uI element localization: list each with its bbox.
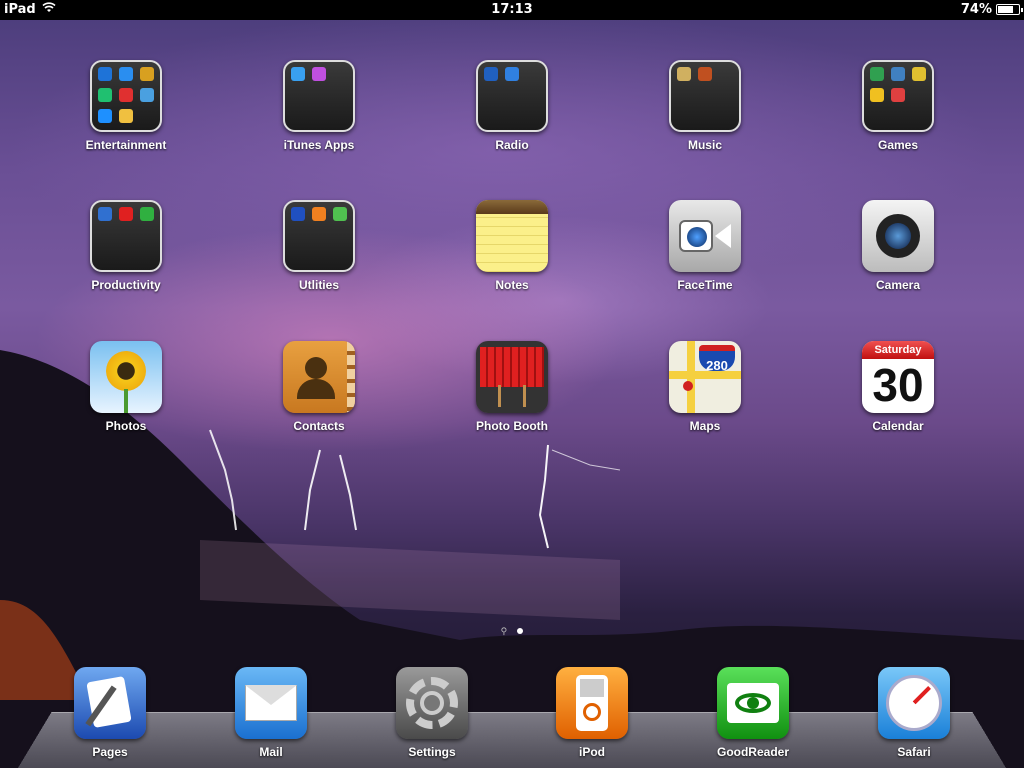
- mini-app-icon: [119, 109, 133, 123]
- contacts-icon[interactable]: [283, 341, 355, 413]
- folder-games[interactable]: Games: [838, 60, 958, 152]
- mini-app-icon: [698, 67, 712, 81]
- safari-icon[interactable]: [878, 667, 950, 739]
- app-label: Notes: [495, 278, 529, 292]
- app-label: Mail: [259, 745, 283, 759]
- app-label: Calendar: [872, 419, 924, 433]
- photobooth-icon[interactable]: [476, 341, 548, 413]
- app-label: iPod: [579, 745, 605, 759]
- mail-icon[interactable]: [235, 667, 307, 739]
- app-label: Settings: [408, 745, 456, 759]
- mini-app-icon: [312, 207, 326, 221]
- app-label: Utlities: [298, 278, 339, 292]
- app-label: Safari: [897, 745, 931, 759]
- notes-icon[interactable]: [476, 200, 548, 272]
- interstate-badge: 280: [699, 345, 735, 373]
- app-ipod[interactable]: iPod: [532, 667, 652, 759]
- page-dot[interactable]: [517, 628, 524, 634]
- folder-icon[interactable]: [862, 60, 934, 132]
- ipod-icon[interactable]: [556, 667, 628, 739]
- app-label: Games: [877, 138, 919, 152]
- page-indicator[interactable]: ⚲: [0, 626, 1024, 637]
- mini-app-icon: [891, 88, 905, 102]
- mini-app-icon: [870, 88, 884, 102]
- mini-app-icon: [484, 67, 498, 81]
- mini-app-icon: [291, 67, 305, 81]
- mini-app-icon: [912, 67, 926, 81]
- app-contacts[interactable]: Contacts: [259, 341, 379, 433]
- folder-icon[interactable]: [476, 60, 548, 132]
- mini-app-icon: [98, 109, 112, 123]
- battery-percent: 74%: [960, 2, 992, 17]
- mini-app-icon: [119, 88, 133, 102]
- folder-icon[interactable]: [669, 60, 741, 132]
- app-maps[interactable]: 280 Maps: [645, 341, 765, 433]
- battery-icon: [996, 4, 1023, 15]
- app-calendar[interactable]: Saturday 30 Calendar: [838, 341, 958, 433]
- app-label: GoodReader: [716, 745, 789, 759]
- maps-icon[interactable]: 280: [669, 341, 741, 413]
- app-settings[interactable]: Settings: [372, 667, 492, 759]
- app-label: FaceTime: [677, 278, 733, 292]
- app-photos[interactable]: Photos: [66, 341, 186, 433]
- mini-app-icon: [140, 67, 154, 81]
- app-camera[interactable]: Camera: [838, 200, 958, 292]
- mini-app-icon: [140, 88, 154, 102]
- folder-itunes-apps[interactable]: iTunes Apps: [259, 60, 379, 152]
- video-camera-icon: [679, 220, 713, 252]
- app-photo-booth[interactable]: Photo Booth: [452, 341, 572, 433]
- mini-app-icon: [312, 67, 326, 81]
- app-safari[interactable]: Safari: [854, 667, 974, 759]
- app-mail[interactable]: Mail: [211, 667, 331, 759]
- photos-icon[interactable]: [90, 341, 162, 413]
- mini-app-icon: [333, 207, 347, 221]
- settings-icon[interactable]: [396, 667, 468, 739]
- app-goodreader[interactable]: GoodReader: [693, 667, 813, 759]
- clock: 17:13: [491, 2, 533, 17]
- app-label: Radio: [495, 138, 529, 152]
- mini-app-icon: [119, 67, 133, 81]
- app-label: Maps: [689, 419, 721, 433]
- spotlight-search-icon[interactable]: ⚲: [501, 626, 508, 637]
- mini-app-icon: [140, 207, 154, 221]
- mini-app-icon: [870, 67, 884, 81]
- folder-productivity[interactable]: Productivity: [66, 200, 186, 292]
- app-label: Contacts: [293, 419, 345, 433]
- folder-icon[interactable]: [283, 200, 355, 272]
- mini-app-icon: [119, 207, 133, 221]
- mini-app-icon: [98, 207, 112, 221]
- app-label: Music: [687, 138, 722, 152]
- app-notes[interactable]: Notes: [452, 200, 572, 292]
- folder-icon[interactable]: [283, 60, 355, 132]
- mini-app-icon: [291, 207, 305, 221]
- mini-app-icon: [98, 67, 112, 81]
- app-label: Pages: [92, 745, 128, 759]
- status-bar: iPad 17:13 74%: [0, 0, 1024, 20]
- app-label: iTunes Apps: [283, 138, 355, 152]
- folder-radio[interactable]: Radio: [452, 60, 572, 152]
- app-label: Camera: [875, 278, 921, 292]
- goodreader-icon[interactable]: [717, 667, 789, 739]
- pages-icon[interactable]: [74, 667, 146, 739]
- app-label: Photos: [105, 419, 147, 433]
- calendar-icon[interactable]: Saturday 30: [862, 341, 934, 413]
- folder-entertainment[interactable]: Entertainment: [66, 60, 186, 152]
- folder-icon[interactable]: [90, 200, 162, 272]
- folder-utlities[interactable]: Utlities: [259, 200, 379, 292]
- mini-app-icon: [505, 67, 519, 81]
- camera-icon[interactable]: [862, 200, 934, 272]
- folder-icon[interactable]: [90, 60, 162, 132]
- folder-music[interactable]: Music: [645, 60, 765, 152]
- app-label: Photo Booth: [476, 419, 548, 433]
- app-label: Productivity: [91, 278, 161, 292]
- mini-app-icon: [891, 67, 905, 81]
- mini-app-icon: [677, 67, 691, 81]
- app-pages[interactable]: Pages: [50, 667, 170, 759]
- facetime-icon[interactable]: [669, 200, 741, 272]
- app-facetime[interactable]: FaceTime: [645, 200, 765, 292]
- mini-app-icon: [98, 88, 112, 102]
- app-label: Entertainment: [85, 138, 167, 152]
